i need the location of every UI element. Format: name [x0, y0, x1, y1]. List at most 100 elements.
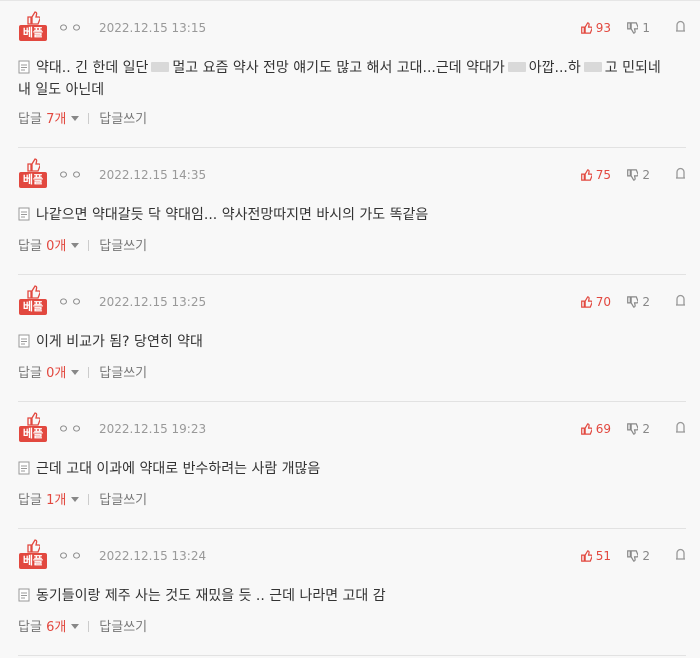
downvote-count: 2 — [642, 422, 650, 436]
reply-toggle[interactable]: 답글 7개 — [18, 112, 80, 127]
downvote-count: 2 — [642, 549, 650, 563]
blurred-text — [583, 62, 602, 72]
upvote-button[interactable]: 93 — [580, 19, 611, 37]
best-thumb-icon — [27, 158, 40, 172]
chevron-down-icon — [71, 243, 80, 248]
divider — [88, 113, 90, 124]
nickname[interactable]: ㅇㅇ — [58, 420, 84, 438]
thumbs-down-icon — [627, 423, 639, 435]
downvote-count: 1 — [642, 21, 650, 35]
report-button[interactable] — [675, 547, 686, 565]
thumbs-up-icon — [580, 169, 592, 181]
comment-list: 베플 ㅇㅇ 2022.12.15 13:15 93 1 약대.. 긴 한데 일단… — [0, 0, 700, 658]
divider — [88, 240, 90, 251]
comment-item: 베플 ㅇㅇ 2022.12.15 14:35 75 2 나같으면 약대갈듯 닥 … — [18, 148, 686, 275]
divider — [88, 621, 90, 632]
upvote-button[interactable]: 51 — [580, 547, 611, 565]
upvote-count: 51 — [595, 549, 611, 563]
thumbs-up-icon — [580, 296, 592, 308]
reply-toggle[interactable]: 답글 6개 — [18, 620, 80, 635]
write-reply-button[interactable]: 답글쓰기 — [99, 112, 147, 127]
best-label: 베플 — [19, 553, 47, 569]
comment-actions: 답글 7개 답글쓰기 — [18, 111, 147, 129]
comment-date: 2022.12.15 19:23 — [99, 422, 207, 436]
chevron-down-icon — [71, 497, 80, 502]
report-button[interactable] — [675, 19, 686, 37]
report-icon — [676, 548, 685, 560]
document-icon — [18, 334, 30, 348]
best-thumb-icon — [27, 412, 40, 426]
comment-actions: 답글 6개 답글쓰기 — [18, 619, 147, 637]
report-button[interactable] — [675, 420, 686, 438]
upvote-button[interactable]: 70 — [580, 293, 611, 311]
comment-date: 2022.12.15 14:35 — [99, 168, 207, 182]
thumbs-up-icon — [580, 550, 592, 562]
comment-date: 2022.12.15 13:24 — [99, 549, 207, 563]
best-comment-badge: 베플 — [19, 11, 47, 41]
comment-item: 베플 ㅇㅇ 2022.12.15 13:24 51 2 동기들이랑 제주 사는 … — [18, 529, 686, 656]
upvote-button[interactable]: 69 — [580, 420, 611, 438]
document-icon — [18, 461, 30, 475]
best-comment-badge: 베플 — [19, 539, 47, 569]
blurred-text — [151, 62, 170, 72]
thumbs-up-icon — [580, 22, 592, 34]
downvote-count: 2 — [642, 295, 650, 309]
best-comment-badge: 베플 — [19, 285, 47, 315]
write-reply-button[interactable]: 답글쓰기 — [99, 239, 147, 254]
downvote-button[interactable]: 2 — [626, 293, 650, 311]
report-icon — [676, 20, 685, 32]
thumbs-down-icon — [627, 296, 639, 308]
downvote-button[interactable]: 2 — [626, 420, 650, 438]
report-icon — [676, 294, 685, 306]
nickname[interactable]: ㅇㅇ — [58, 19, 84, 37]
nickname[interactable]: ㅇㅇ — [58, 166, 84, 184]
report-icon — [676, 421, 685, 433]
downvote-button[interactable]: 1 — [626, 19, 650, 37]
nickname[interactable]: ㅇㅇ — [58, 547, 84, 565]
divider — [88, 367, 90, 378]
comment-item: 베플 ㅇㅇ 2022.12.15 19:23 69 2 근데 고대 이과에 약대… — [18, 402, 686, 529]
thumbs-down-icon — [627, 169, 639, 181]
document-icon — [18, 60, 30, 74]
comment-text: 나같으면 약대갈듯 닥 약대임... 약사전망따지면 바시의 가도 똑같음 — [18, 204, 678, 226]
comment-actions: 답글 1개 답글쓰기 — [18, 492, 147, 510]
blurred-text — [507, 62, 526, 72]
upvote-count: 70 — [595, 295, 611, 309]
write-reply-button[interactable]: 답글쓰기 — [99, 620, 147, 635]
downvote-count: 2 — [642, 168, 650, 182]
upvote-count: 93 — [595, 21, 611, 35]
reply-count: 7개 — [46, 112, 67, 127]
downvote-button[interactable]: 2 — [626, 166, 650, 184]
reply-toggle[interactable]: 답글 0개 — [18, 366, 80, 381]
comment-item: 베플 ㅇㅇ 2022.12.15 13:25 70 2 이게 비교가 됨? 당연… — [18, 275, 686, 402]
thumbs-down-icon — [627, 22, 639, 34]
reply-toggle[interactable]: 답글 1개 — [18, 493, 80, 508]
comment-actions: 답글 0개 답글쓰기 — [18, 238, 147, 256]
best-thumb-icon — [27, 11, 40, 25]
nickname[interactable]: ㅇㅇ — [58, 293, 84, 311]
comment-text: 약대.. 긴 한데 일단 멀고 요즘 약사 전망 얘기도 많고 해서 고대...근… — [18, 60, 661, 98]
report-button[interactable] — [675, 293, 686, 311]
upvote-count: 69 — [595, 422, 611, 436]
comment-text: 근데 고대 이과에 약대로 반수하려는 사람 개많음 — [18, 458, 678, 480]
comment-actions: 답글 0개 답글쓰기 — [18, 365, 147, 383]
reply-count: 0개 — [46, 239, 67, 254]
reply-toggle[interactable]: 답글 0개 — [18, 239, 80, 254]
comment-date: 2022.12.15 13:25 — [99, 295, 207, 309]
write-reply-button[interactable]: 답글쓰기 — [99, 493, 147, 508]
chevron-down-icon — [71, 116, 80, 121]
upvote-button[interactable]: 75 — [580, 166, 611, 184]
comment-item: 베플 ㅇㅇ 2022.12.15 13:15 93 1 약대.. 긴 한데 일단… — [18, 1, 686, 148]
report-button[interactable] — [675, 166, 686, 184]
best-comment-badge: 베플 — [19, 412, 47, 442]
reply-count: 1개 — [46, 493, 67, 508]
comment-text: 동기들이랑 제주 사는 것도 재밌을 듯 .. 근데 나라면 고대 감 — [18, 585, 678, 607]
thumbs-down-icon — [627, 550, 639, 562]
write-reply-button[interactable]: 답글쓰기 — [99, 366, 147, 381]
document-icon — [18, 588, 30, 602]
downvote-button[interactable]: 2 — [626, 547, 650, 565]
best-label: 베플 — [19, 426, 47, 442]
divider — [88, 494, 90, 505]
upvote-count: 75 — [595, 168, 611, 182]
best-label: 베플 — [19, 299, 47, 315]
